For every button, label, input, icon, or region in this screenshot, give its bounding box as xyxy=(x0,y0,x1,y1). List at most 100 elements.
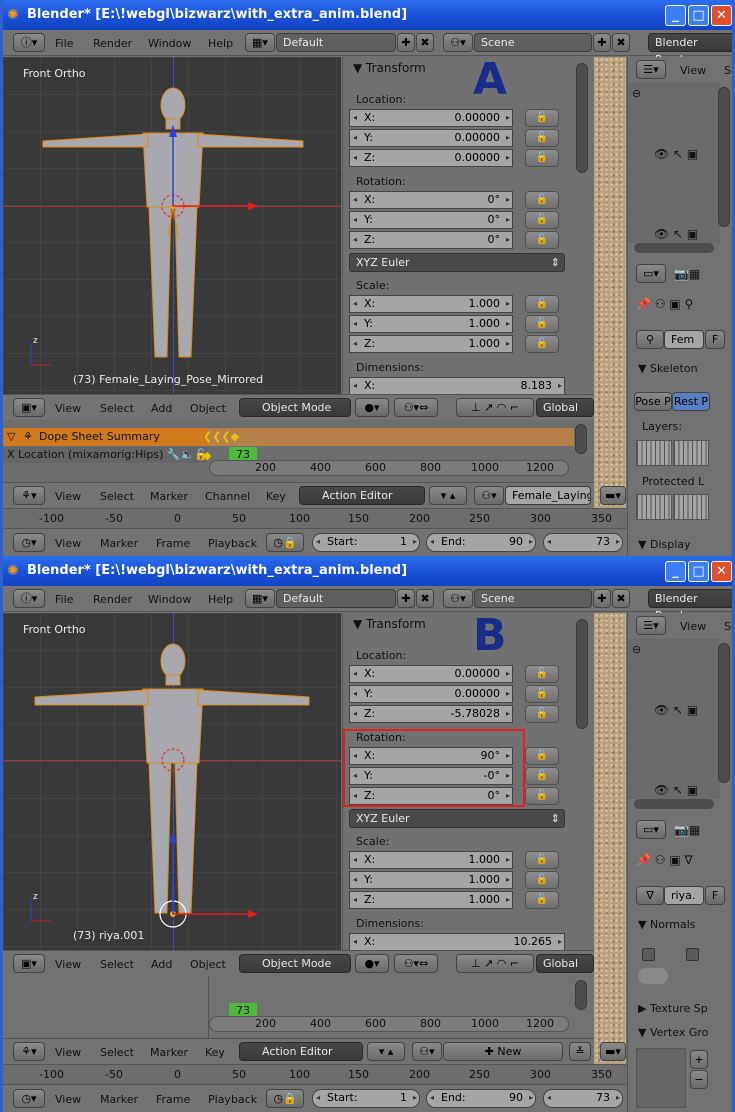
collapse-icon[interactable]: ⊖ xyxy=(632,87,641,100)
visibility-eye-icon[interactable]: 👁 ↖ ▣ xyxy=(654,783,698,797)
viewport-object-menu[interactable]: Object xyxy=(190,402,226,416)
dope-summary-row[interactable]: ▽ ⚘ Dope Sheet Summary xyxy=(3,428,208,446)
lock-icon[interactable]: 🔓 xyxy=(525,705,559,723)
rotation-mode-select[interactable]: XYZ Euler ⇕ xyxy=(349,809,565,828)
vertex-groups-panel-header[interactable]: ▼ Vertex Gro xyxy=(638,1026,708,1039)
outliner-search-menu[interactable]: Se xyxy=(724,64,732,77)
lock-icon[interactable]: 🔓 xyxy=(525,747,559,765)
menu-render[interactable]: Render xyxy=(93,37,132,51)
3d-editor-type-icon[interactable]: ▣▾ xyxy=(13,954,45,973)
3d-viewport[interactable]: Front Ortho z (73) Female_Laying_Pose_Mi… xyxy=(3,57,341,394)
maximize-button[interactable]: □ xyxy=(688,5,709,26)
lock-icon[interactable]: 🔓 xyxy=(525,891,559,909)
viewport-add-menu[interactable]: Add xyxy=(151,402,172,416)
keyframe-diamonds-icon[interactable]: ❮❮❮◆ xyxy=(203,430,239,443)
outliner-search-menu[interactable]: Se xyxy=(724,620,732,633)
minimize-button[interactable]: _ xyxy=(665,561,686,582)
menu-window[interactable]: Window xyxy=(148,37,191,51)
lock-icon[interactable]: 🔓 xyxy=(525,315,559,333)
info-editor-type-icon[interactable]: ⓘ▾ xyxy=(13,589,45,608)
minimize-button[interactable]: _ xyxy=(665,5,686,26)
current-frame-field[interactable]: ◂ 73 ▸ xyxy=(543,1089,623,1108)
rotation-mode-select[interactable]: XYZ Euler ⇕ xyxy=(349,253,565,272)
outliner-scrollbar[interactable] xyxy=(718,643,730,783)
end-frame-field[interactable]: ◂ End: 90 ▸ xyxy=(426,533,536,552)
outliner-tree[interactable] xyxy=(628,639,720,799)
rotation-x-field[interactable]: ◂ X: 0° ▸ xyxy=(349,191,513,209)
menu-file[interactable]: File xyxy=(55,37,73,51)
scale-y-field[interactable]: ◂ Y: 1.000 ▸ xyxy=(349,315,513,333)
location-z-field[interactable]: ◂ Z: -5.78028 ▸ xyxy=(349,705,513,723)
timeline-marker-menu[interactable]: Marker xyxy=(100,537,138,551)
action-key-menu[interactable]: Key xyxy=(205,1046,225,1060)
collapse-icon[interactable]: ⊖ xyxy=(632,643,641,656)
maximize-button[interactable]: □ xyxy=(688,561,709,582)
action-marker-menu[interactable]: Marker xyxy=(150,490,188,504)
timeline-frame-menu[interactable]: Frame xyxy=(156,537,190,551)
start-frame-field[interactable]: ◂ Start: 1 ▸ xyxy=(312,1089,420,1108)
layout-field[interactable]: Default xyxy=(276,589,396,608)
location-y-field[interactable]: ◂ Y: 0.00000 ▸ xyxy=(349,129,513,147)
timeline-view-menu[interactable]: View xyxy=(55,1093,81,1107)
menu-file[interactable]: File xyxy=(55,593,73,607)
rotation-x-field[interactable]: ◂ X: 90° ▸ xyxy=(349,747,513,765)
3d-editor-type-icon[interactable]: ▣▾ xyxy=(13,398,45,417)
viewport-view-menu[interactable]: View xyxy=(55,402,81,416)
location-x-field[interactable]: ◂ X: 0.00000 ▸ xyxy=(349,109,513,127)
location-z-field[interactable]: ◂ Z: 0.00000 ▸ xyxy=(349,149,513,167)
start-frame-field[interactable]: ◂ Start: 1 ▸ xyxy=(312,533,420,552)
viewport-object-menu[interactable]: Object xyxy=(190,958,226,972)
action-view-menu[interactable]: View xyxy=(55,1046,81,1060)
editor-switch-icon[interactable]: ▬▾ xyxy=(600,486,626,505)
layout-add-icon[interactable]: ✚ xyxy=(397,33,415,52)
lock-icon[interactable]: 🔓 xyxy=(525,295,559,313)
dimension-x-field[interactable]: ◂ X: 8.183 ▸ xyxy=(349,377,565,394)
scene-add-icon[interactable]: ✚ xyxy=(593,589,611,608)
keyframe-diamond-icon[interactable]: ◆ xyxy=(203,449,211,462)
bone-layers-grid[interactable] xyxy=(636,440,672,466)
outliner-hscrollbar[interactable] xyxy=(634,243,714,253)
filter-arrows-icon[interactable]: ▾ ▴ xyxy=(367,1042,405,1061)
manipulator-icons[interactable]: ⊥ ↗ ◠ ⌐ xyxy=(456,398,534,417)
info-editor-type-icon[interactable]: ⓘ▾ xyxy=(13,33,45,52)
outliner-tree[interactable] xyxy=(628,83,720,243)
pivot-icon[interactable]: ⚇▾⇔ xyxy=(394,954,438,973)
clock-lock-icon[interactable]: ◷🔒 xyxy=(266,533,304,552)
location-y-field[interactable]: ◂ Y: 0.00000 ▸ xyxy=(349,685,513,703)
lock-icon[interactable]: 🔓 xyxy=(525,191,559,209)
viewport-shading-icon[interactable]: ●▾ xyxy=(355,954,389,973)
collapse-chevron-icon[interactable]: ≚ xyxy=(569,1042,591,1061)
fake-user-button[interactable]: F xyxy=(705,886,725,905)
angle-slider[interactable] xyxy=(638,968,668,984)
close-button[interactable]: ✕ xyxy=(711,5,732,26)
scene-icon[interactable]: ⚇▾ xyxy=(443,589,473,608)
pose-position-button[interactable]: Pose P xyxy=(634,392,672,411)
lock-icon[interactable]: 🔓 xyxy=(525,685,559,703)
dope-channel-row[interactable]: X Location (mixamorig:Hips) 🔧🔈🔓 xyxy=(3,447,208,463)
render-engine-select[interactable]: Blender Render xyxy=(648,33,732,66)
scene-field[interactable]: Scene xyxy=(474,33,592,52)
scale-z-field[interactable]: ◂ Z: 1.000 ▸ xyxy=(349,891,513,909)
action-marker-menu[interactable]: Marker xyxy=(150,1046,188,1060)
timeline-playback-menu[interactable]: Playback xyxy=(208,537,257,551)
lock-icon[interactable]: 🔓 xyxy=(525,335,559,353)
action-select-menu[interactable]: Select xyxy=(100,1046,134,1060)
fake-user-button[interactable]: F xyxy=(705,330,725,349)
rest-position-button[interactable]: Rest P xyxy=(672,392,710,411)
scene-field[interactable]: Scene xyxy=(474,589,592,608)
editor-switch-icon[interactable]: ▬▾ xyxy=(600,1042,626,1061)
summary-keyframe-strip[interactable] xyxy=(208,428,574,446)
action-browse-icon[interactable]: ⚇▾ xyxy=(474,486,504,505)
action-name-field[interactable]: Female_Laying_ xyxy=(505,486,591,505)
layout-remove-icon[interactable]: ✖ xyxy=(416,589,434,608)
transform-orientation-select[interactable]: Global xyxy=(536,398,594,417)
action-browse-icon[interactable]: ⚇▾ xyxy=(412,1042,442,1061)
texture-space-panel-header[interactable]: ▶ Texture Sp xyxy=(638,1002,708,1015)
action-select-menu[interactable]: Select xyxy=(100,490,134,504)
lock-icon[interactable]: 🔓 xyxy=(525,129,559,147)
layout-icon[interactable]: ▦▾ xyxy=(245,589,275,608)
scale-y-field[interactable]: ◂ Y: 1.000 ▸ xyxy=(349,871,513,889)
lock-icon[interactable]: 🔓 xyxy=(525,871,559,889)
new-action-button[interactable]: ✚ New xyxy=(443,1042,563,1061)
action-view-menu[interactable]: View xyxy=(55,490,81,504)
